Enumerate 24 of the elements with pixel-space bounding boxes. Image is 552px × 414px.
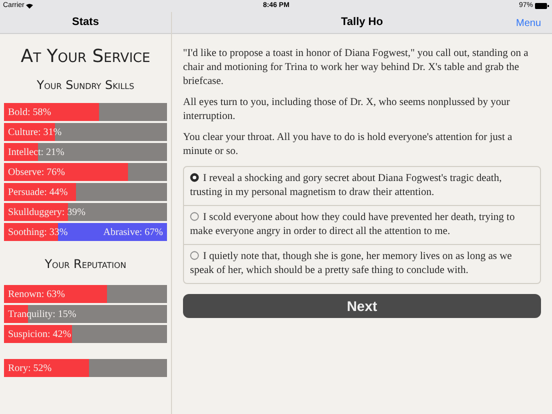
stat-label: Abrasive: 67% [103,226,163,240]
choice-option[interactable]: I reveal a shocking and gory secret about Diana Fogwest's tragic death, trusting in my personal magnetism to draw their attention. [184,167,540,205]
section-heading: Your Reputation [44,256,128,273]
nav-title: Stats [72,15,99,30]
stat-label: Renown: 63% [8,288,65,302]
choice-option[interactable]: I scold everyone about how they could have prevented her death, trying to make everyone angry in order to direct all the attention to me. [184,205,540,244]
battery-icon [535,3,549,9]
stat-label: Observe: 76% [8,166,65,180]
stat-label: Rory: 52% [8,362,52,376]
radio-icon [190,173,199,182]
section-heading: Your Sundry Skills [36,77,136,94]
stat-label: Persuade: 44% [8,186,68,200]
radio-icon [190,251,199,260]
radio-icon [190,212,199,221]
story-paragraph: You clear your throat. All you have to do is hold everyone's attention for just a minute or so. [183,131,514,159]
stat-label: Suspicion: 42% [8,328,72,342]
choice-option[interactable]: I quietly note that, though she is gone, her memory lives on as long as we speak of her, which should be a pretty safe thing to conclude with. [184,244,540,283]
nav-title: Tally Ho [341,15,383,30]
stat-label: Bold: 58% [8,106,52,120]
next-button[interactable]: Next [183,294,541,318]
story-paragraph: All eyes turn to you, including those of Dr. X, who seems nonplussed by your interruption. [183,96,511,124]
sidebar-title: At Your Service [20,45,152,69]
wifi-icon [26,3,34,9]
story-paragraph: "I'd like to propose a toast in honor of Diana Fogwest," you call out, standing on a chair and motioning for Trina to work her way behind Dr. X's table and grab the briefcase. [183,47,530,89]
